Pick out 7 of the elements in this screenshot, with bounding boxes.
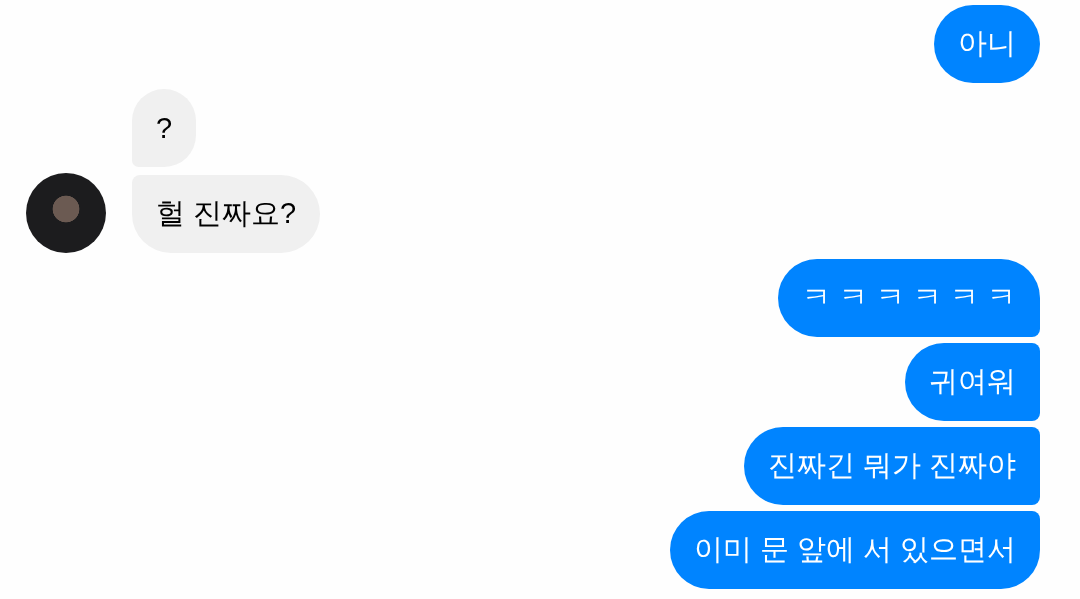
message-bubble: 이미 문 앞에 서 있으면서 bbox=[669, 511, 1040, 589]
message-bubble: 헐 진짜요? bbox=[132, 175, 321, 253]
message-bubble: ㅋ ㅋ ㅋ ㅋ ㅋ ㅋ bbox=[777, 259, 1040, 337]
message-bubble: 귀여워 bbox=[905, 343, 1040, 421]
message-bubble: 아니 bbox=[934, 5, 1040, 83]
message-bubble: 진짜긴 뭐가 진짜야 bbox=[743, 427, 1040, 505]
message-bubble: ? bbox=[132, 89, 197, 167]
